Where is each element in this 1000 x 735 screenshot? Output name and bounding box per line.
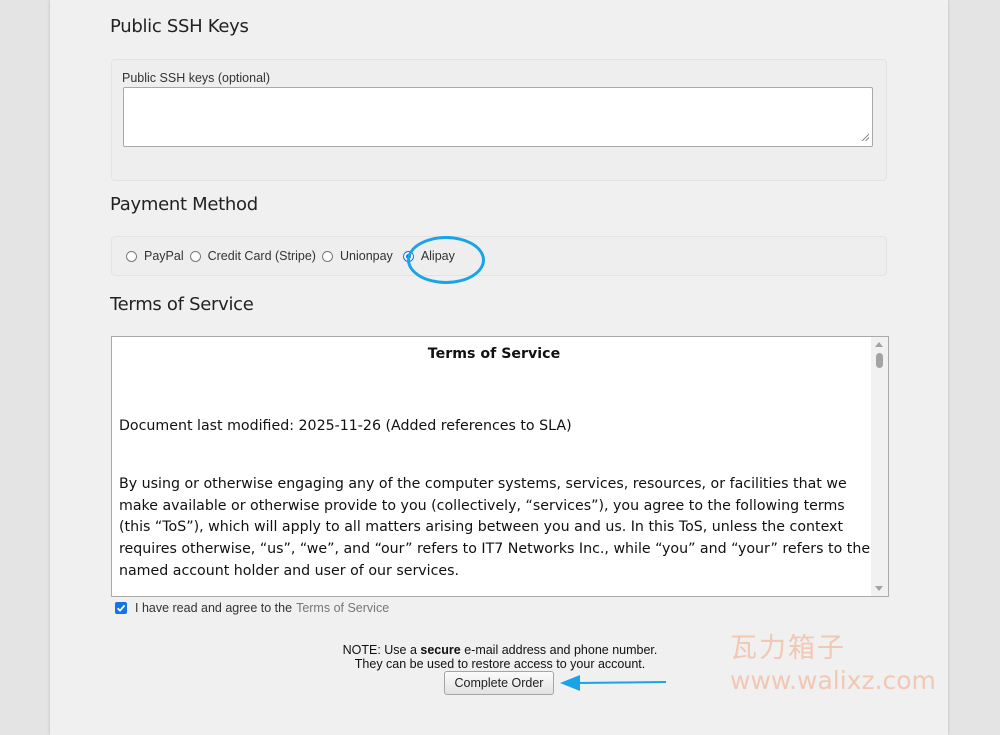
payment-section-title: Payment Method [110,194,258,215]
tos-scroll-box[interactable]: Terms of Service Document last modified:… [111,336,889,597]
watermark-url: www.walixz.com [730,666,936,695]
tos-heading: Terms of Service [427,346,561,362]
alipay-highlight-annotation [407,236,485,284]
tos-paragraph: By using or otherwise engaging any of th… [119,476,871,579]
ssh-keys-label: Public SSH keys (optional) [122,71,270,85]
unionpay-label: Unionpay [339,249,393,263]
resize-handle-icon[interactable] [861,133,869,141]
ssh-panel: Public SSH keys (optional) [111,59,887,181]
payment-option-unionpay[interactable]: Unionpay [321,249,393,263]
payment-panel: PayPal Credit Card (Stripe) Unionpay Ali… [111,236,887,276]
paypal-radio[interactable] [126,250,137,262]
ssh-section-title: Public SSH Keys [110,16,249,37]
note-suffix: e-mail address and phone number. [464,643,658,657]
agree-tos-text: I have read and agree to the [135,601,293,615]
scroll-up-arrow-icon[interactable] [875,342,883,347]
watermark: 瓦力箱子 www.walixz.com [730,633,936,697]
order-form-page: Public SSH Keys Public SSH keys (optiona… [50,0,948,735]
agree-tos-row: I have read and agree to the Terms of Se… [115,601,389,615]
note-line-1: NOTE: Use a secure e-mail address and ph… [250,643,750,657]
security-note: NOTE: Use a secure e-mail address and ph… [250,643,750,671]
watermark-chinese: 瓦力箱子 [730,633,846,664]
scroll-down-arrow-icon[interactable] [875,586,883,591]
agree-tos-checkbox[interactable] [115,602,127,614]
payment-option-credit-card[interactable]: Credit Card (Stripe) [189,249,316,263]
note-line-2: They can be used to restore access to yo… [354,657,646,671]
ssh-keys-textarea[interactable] [123,87,873,147]
complete-order-button[interactable]: Complete Order [444,671,554,695]
paypal-label: PayPal [144,249,184,263]
note-bold: secure [420,643,461,657]
tos-scrollbar[interactable] [871,337,888,596]
scroll-thumb[interactable] [876,353,883,368]
unionpay-radio[interactable] [321,250,333,262]
arrow-annotation-icon [560,675,667,691]
credit-card-radio[interactable] [189,250,201,262]
note-prefix: NOTE: Use a [342,643,417,657]
tos-section-title: Terms of Service [110,294,254,315]
payment-option-paypal[interactable]: PayPal [126,249,184,263]
credit-card-label: Credit Card (Stripe) [207,249,316,263]
checkmark-icon [116,604,126,612]
tos-last-modified: Document last modified: 2025-11-26 (Adde… [119,418,572,434]
tos-link[interactable]: Terms of Service [296,601,389,615]
